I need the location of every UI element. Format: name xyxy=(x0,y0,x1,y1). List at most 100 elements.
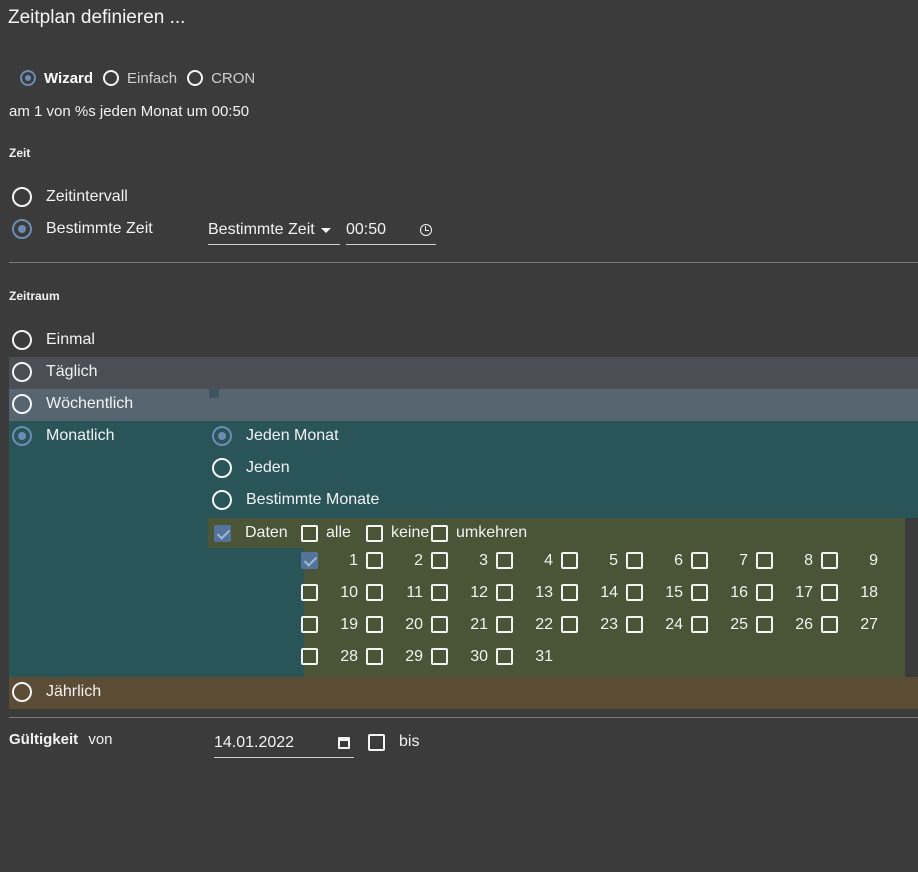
every-month-radio[interactable] xyxy=(212,426,232,446)
day-checkbox[interactable] xyxy=(496,616,513,633)
day-option[interactable]: 13 xyxy=(496,584,561,601)
day-option[interactable]: 29 xyxy=(366,648,431,665)
day-checkbox[interactable] xyxy=(756,616,773,633)
day-checkbox[interactable] xyxy=(561,584,578,601)
range-daily-option[interactable]: Täglich xyxy=(12,362,98,382)
range-monthly-radio[interactable] xyxy=(12,426,32,446)
day-checkbox[interactable] xyxy=(431,648,448,665)
validity-to-option[interactable]: bis xyxy=(368,733,419,751)
day-checkbox[interactable] xyxy=(301,648,318,665)
day-checkbox[interactable] xyxy=(626,616,643,633)
day-checkbox[interactable] xyxy=(756,552,773,569)
day-option[interactable]: 4 xyxy=(496,552,561,569)
day-option[interactable]: 30 xyxy=(431,648,496,665)
day-option[interactable]: 6 xyxy=(626,552,691,569)
day-checkbox[interactable] xyxy=(691,616,708,633)
every-month-option[interactable]: Jeden Monat xyxy=(212,426,339,446)
range-yearly-option[interactable]: Jährlich xyxy=(12,682,101,702)
day-option[interactable]: 26 xyxy=(756,616,821,633)
time-type-select[interactable]: Bestimmte Zeit xyxy=(208,216,340,245)
day-checkbox[interactable] xyxy=(561,552,578,569)
day-option[interactable]: 8 xyxy=(756,552,821,569)
day-option[interactable]: 17 xyxy=(756,584,821,601)
range-once-option[interactable]: Einmal xyxy=(12,330,95,350)
dates-checkbox[interactable] xyxy=(214,524,231,542)
day-option[interactable]: 22 xyxy=(496,616,561,633)
day-checkbox[interactable] xyxy=(301,584,318,601)
day-option[interactable]: 14 xyxy=(561,584,626,601)
select-all-option[interactable]: alle xyxy=(301,524,351,542)
day-option[interactable]: 19 xyxy=(301,616,366,633)
day-checkbox[interactable] xyxy=(366,616,383,633)
day-checkbox[interactable] xyxy=(301,616,318,633)
day-checkbox[interactable] xyxy=(821,552,838,569)
range-weekly-option[interactable]: Wöchentlich xyxy=(12,394,133,414)
range-daily-radio[interactable] xyxy=(12,362,32,382)
day-option[interactable]: 12 xyxy=(431,584,496,601)
day-checkbox[interactable] xyxy=(496,584,513,601)
range-weekly-radio[interactable] xyxy=(12,394,32,414)
day-option[interactable]: 1 xyxy=(301,552,366,569)
range-monthly-option[interactable]: Monatlich xyxy=(12,426,114,446)
select-all-checkbox[interactable] xyxy=(301,524,318,542)
time-specific-radio[interactable] xyxy=(12,219,32,239)
specific-months-option[interactable]: Bestimmte Monate xyxy=(212,490,379,510)
invert-option[interactable]: umkehren xyxy=(431,524,527,542)
time-specific-option[interactable]: Bestimmte Zeit xyxy=(12,219,153,239)
mode-simple-option[interactable]: Einfach xyxy=(103,70,177,87)
day-option[interactable]: 16 xyxy=(691,584,756,601)
day-option[interactable]: 25 xyxy=(691,616,756,633)
day-option[interactable]: 28 xyxy=(301,648,366,665)
day-checkbox[interactable] xyxy=(431,584,448,601)
day-checkbox[interactable] xyxy=(496,648,513,665)
day-option[interactable]: 3 xyxy=(431,552,496,569)
dates-option[interactable]: Daten xyxy=(214,524,288,542)
day-checkbox[interactable] xyxy=(821,584,838,601)
day-option[interactable]: 20 xyxy=(366,616,431,633)
time-interval-option[interactable]: Zeitintervall xyxy=(12,187,128,207)
day-option[interactable]: 27 xyxy=(821,616,886,633)
validity-from-date-input[interactable]: 14.01.2022 xyxy=(214,729,354,758)
time-input[interactable]: 00:50 xyxy=(346,216,436,245)
range-yearly-radio[interactable] xyxy=(12,682,32,702)
day-checkbox[interactable] xyxy=(561,616,578,633)
select-none-checkbox[interactable] xyxy=(366,524,383,542)
day-checkbox[interactable] xyxy=(691,584,708,601)
day-option[interactable]: 9 xyxy=(821,552,886,569)
day-checkbox[interactable] xyxy=(756,584,773,601)
day-checkbox[interactable] xyxy=(496,552,513,569)
every-option[interactable]: Jeden xyxy=(212,458,290,478)
day-option[interactable]: 15 xyxy=(626,584,691,601)
day-option[interactable]: 23 xyxy=(561,616,626,633)
day-checkbox[interactable] xyxy=(626,584,643,601)
day-option[interactable]: 2 xyxy=(366,552,431,569)
mode-wizard-option[interactable]: Wizard xyxy=(20,70,93,87)
day-option[interactable]: 21 xyxy=(431,616,496,633)
specific-months-radio[interactable] xyxy=(212,490,232,510)
day-checkbox[interactable] xyxy=(366,552,383,569)
mode-cron-radio[interactable] xyxy=(187,70,204,86)
day-checkbox[interactable] xyxy=(366,584,383,601)
day-option[interactable]: 24 xyxy=(626,616,691,633)
day-checkbox[interactable] xyxy=(431,616,448,633)
day-checkbox[interactable] xyxy=(691,552,708,569)
mode-wizard-radio[interactable] xyxy=(20,70,36,86)
day-option[interactable]: 7 xyxy=(691,552,756,569)
every-radio[interactable] xyxy=(212,458,232,478)
day-checkbox[interactable] xyxy=(301,552,318,569)
time-interval-radio[interactable] xyxy=(12,187,32,207)
day-option[interactable]: 18 xyxy=(821,584,886,601)
day-option[interactable]: 10 xyxy=(301,584,366,601)
day-checkbox[interactable] xyxy=(366,648,383,665)
day-checkbox[interactable] xyxy=(431,552,448,569)
day-option[interactable]: 5 xyxy=(561,552,626,569)
invert-checkbox[interactable] xyxy=(431,524,448,542)
mode-cron-option[interactable]: CRON xyxy=(187,70,255,87)
validity-to-checkbox[interactable] xyxy=(368,733,385,751)
select-none-option[interactable]: keine xyxy=(366,524,429,542)
range-once-radio[interactable] xyxy=(12,330,32,350)
day-option[interactable]: 31 xyxy=(496,648,561,665)
mode-simple-radio[interactable] xyxy=(103,70,120,86)
day-checkbox[interactable] xyxy=(626,552,643,569)
day-option[interactable]: 11 xyxy=(366,584,431,601)
